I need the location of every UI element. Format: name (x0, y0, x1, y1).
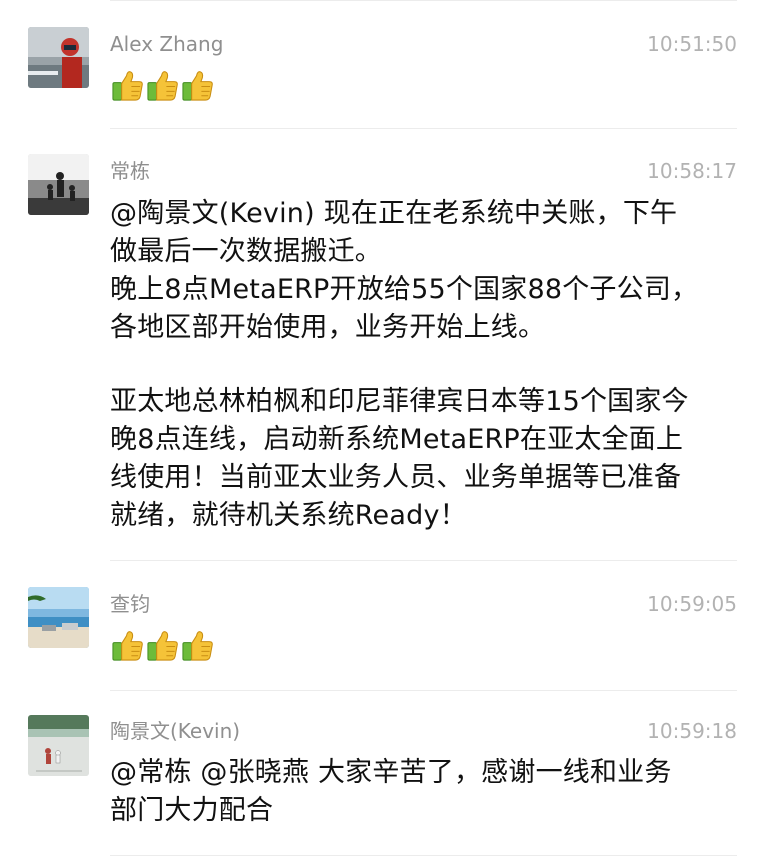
message-item[interactable]: 陶景文(Kevin) 10:59:18 @常栋 @张晓燕 大家辛苦了，感谢一线和… (0, 0, 765, 860)
avatar[interactable] (28, 715, 89, 776)
divider (110, 855, 737, 856)
timestamp: 10:59:18 (647, 719, 737, 743)
sender-name: 陶景文(Kevin) (110, 719, 241, 743)
avatar-image (28, 715, 89, 776)
chat-feed: Alex Zhang 10:51:50 常栋 10:58:17 @陶景文(Kev… (0, 0, 765, 860)
message-text: @常栋 @张晓燕 大家辛苦了，感谢一线和业务 部门大力配合 (110, 757, 672, 826)
